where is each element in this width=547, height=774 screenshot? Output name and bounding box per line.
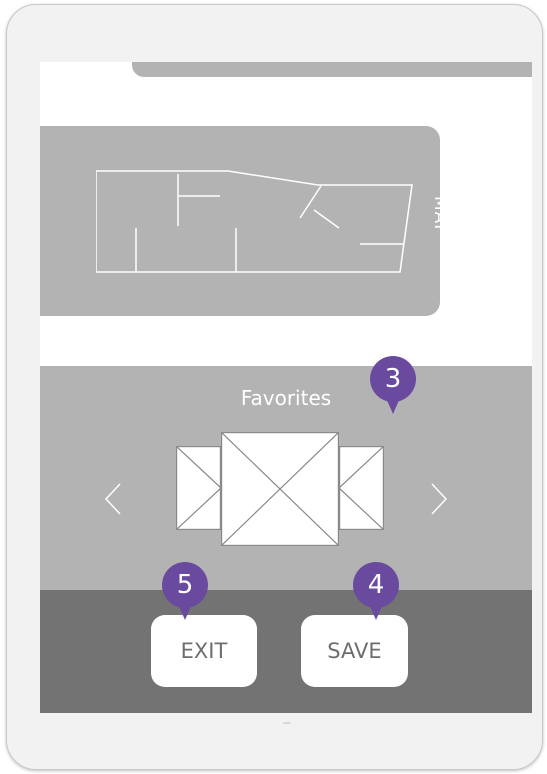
favorite-thumb-left[interactable] [176,446,221,530]
chevron-right-icon[interactable] [430,482,448,516]
image-placeholder-icon [339,446,384,530]
favorites-panel: Favorites [40,366,532,590]
favorites-callout-badge: 3 [366,356,420,416]
favorite-thumb-selected[interactable] [221,432,339,546]
favorites-callout-number: 3 [384,364,402,394]
exit-button[interactable]: EXIT [151,615,257,687]
save-button[interactable]: SAVE [301,615,408,687]
top-bar [132,62,532,77]
map-card[interactable] [40,126,440,316]
app-screen: MAP Favorites EXIT SAVE 3 4 5 [40,62,532,713]
exit-callout-number: 5 [176,570,194,600]
favorite-thumb-right[interactable] [339,446,384,530]
image-placeholder-icon [221,432,339,546]
save-callout-number: 4 [367,570,385,600]
save-callout-badge: 4 [349,562,403,622]
bottom-bar [40,590,532,713]
chevron-left-icon[interactable] [104,482,122,516]
home-indicator [283,722,291,724]
exit-callout-badge: 5 [158,562,212,622]
floorplan-icon [96,170,413,273]
favorites-title-text: Favorites [240,386,332,410]
map-label: MAP [430,196,450,236]
image-placeholder-icon [176,446,221,530]
favorites-title: Favorites [40,386,532,410]
